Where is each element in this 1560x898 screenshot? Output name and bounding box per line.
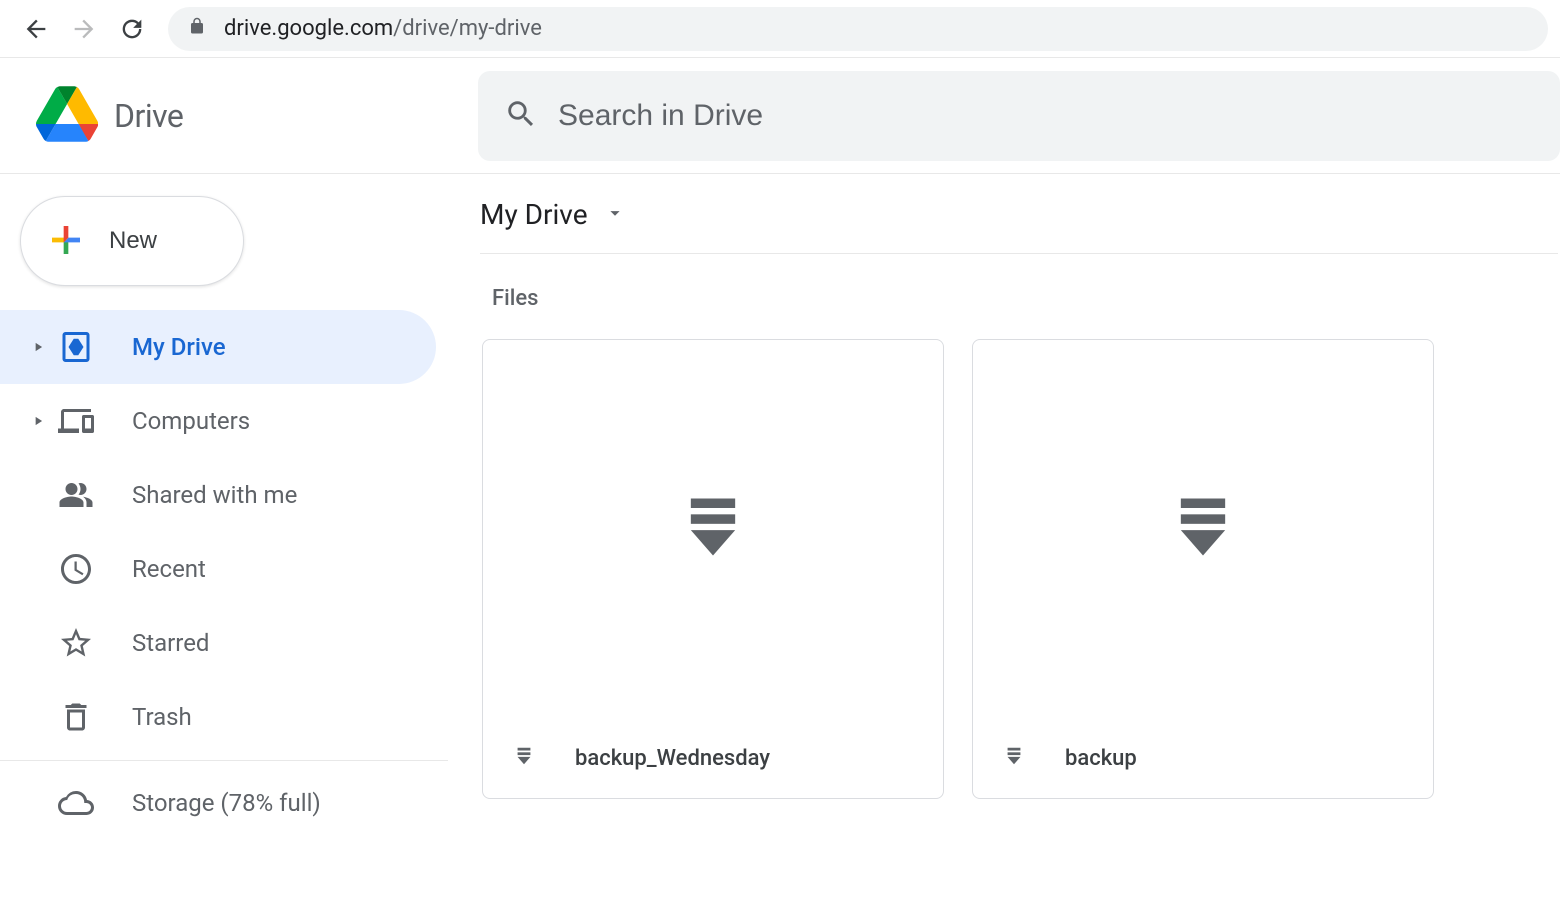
sidebar-item-label: Trash — [132, 703, 192, 731]
sidebar-item-label: Recent — [132, 555, 206, 583]
files-section-label: Files — [492, 286, 1560, 311]
nav-list: My Drive Computers Shared with me — [0, 310, 448, 754]
sidebar-item-computers[interactable]: Computers — [0, 384, 436, 458]
file-tile[interactable]: backup_Wednesday — [482, 339, 944, 799]
starred-icon — [52, 625, 100, 661]
logo-section[interactable]: Drive — [0, 86, 478, 146]
new-button-label: New — [109, 227, 157, 255]
recent-icon — [52, 551, 100, 587]
url-path: /drive/my-drive — [393, 16, 542, 41]
files-grid: backup_Wednesday backup — [480, 339, 1560, 799]
sidebar-item-label: Computers — [132, 407, 250, 435]
trash-icon — [52, 699, 100, 735]
storage-label: Storage (78% full) — [132, 789, 321, 817]
download-icon — [1165, 489, 1241, 569]
sidebar: New My Drive Computers — [0, 174, 448, 821]
file-footer: backup_Wednesday — [483, 718, 943, 798]
lock-icon — [188, 16, 206, 41]
sidebar-item-label: Shared with me — [132, 481, 297, 509]
plus-icon — [45, 219, 87, 264]
breadcrumb[interactable]: My Drive — [480, 198, 1558, 254]
sidebar-item-shared[interactable]: Shared with me — [0, 458, 436, 532]
browser-forward-button[interactable] — [60, 5, 108, 53]
content-area: My Drive Files backup_Wednesday — [448, 174, 1560, 821]
file-preview — [973, 340, 1433, 718]
drive-icon — [52, 329, 100, 365]
app-title: Drive — [114, 97, 183, 135]
expand-arrow-icon[interactable] — [24, 340, 52, 354]
app-header: Drive — [0, 58, 1560, 174]
sidebar-item-my-drive[interactable]: My Drive — [0, 310, 436, 384]
search-bar[interactable] — [478, 71, 1560, 161]
shared-icon — [52, 477, 100, 513]
sidebar-item-trash[interactable]: Trash — [0, 680, 436, 754]
download-icon — [675, 489, 751, 569]
drive-logo-icon — [36, 86, 98, 146]
browser-toolbar: drive.google.com/drive/my-drive — [0, 0, 1560, 58]
file-name: backup — [1065, 746, 1137, 771]
browser-reload-button[interactable] — [108, 5, 156, 53]
url-domain: drive.google.com — [224, 16, 393, 41]
file-name: backup_Wednesday — [575, 746, 770, 771]
sidebar-item-starred[interactable]: Starred — [0, 606, 436, 680]
sidebar-item-recent[interactable]: Recent — [0, 532, 436, 606]
sidebar-item-label: My Drive — [132, 333, 226, 361]
file-footer: backup — [973, 718, 1433, 798]
download-small-icon — [513, 745, 535, 771]
new-button[interactable]: New — [20, 196, 244, 286]
chevron-down-icon — [604, 202, 626, 228]
sidebar-item-storage[interactable]: Storage (78% full) — [0, 785, 448, 821]
browser-back-button[interactable] — [12, 5, 60, 53]
file-preview — [483, 340, 943, 718]
search-icon — [504, 97, 538, 135]
computers-icon — [52, 403, 100, 439]
download-small-icon — [1003, 745, 1025, 771]
expand-arrow-icon[interactable] — [24, 414, 52, 428]
breadcrumb-label: My Drive — [480, 198, 588, 231]
divider — [0, 760, 448, 761]
search-input[interactable] — [558, 99, 1534, 133]
browser-url-bar[interactable]: drive.google.com/drive/my-drive — [168, 7, 1548, 51]
file-tile[interactable]: backup — [972, 339, 1434, 799]
sidebar-item-label: Starred — [132, 629, 209, 657]
cloud-icon — [52, 785, 100, 821]
